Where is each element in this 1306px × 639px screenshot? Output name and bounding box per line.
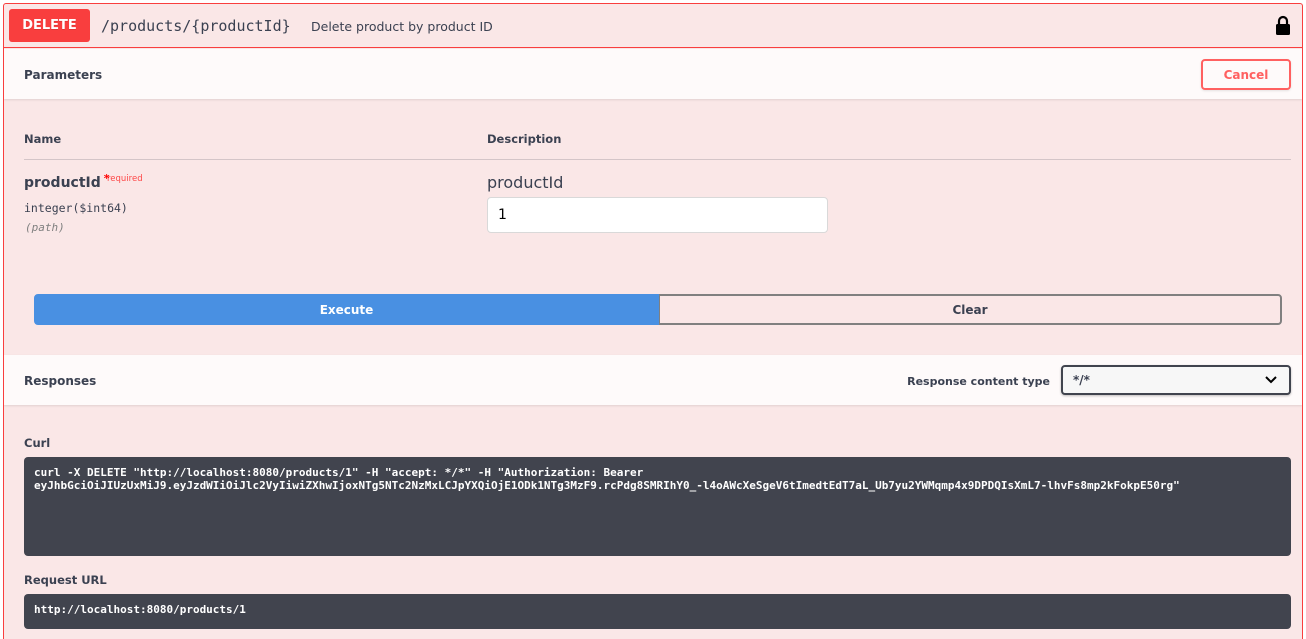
curl-code-block[interactable]: curl -X DELETE "http://localhost:8080/pr… [24, 457, 1291, 556]
param-location: (path) [25, 221, 65, 234]
chevron-down-icon [1265, 376, 1277, 384]
response-content-type-label: Response content type [907, 375, 1050, 388]
param-name-text: productId [24, 175, 101, 191]
operation-description: Delete product by product ID [311, 19, 493, 34]
column-header-name: Name [24, 132, 62, 146]
parameters-header: Parameters Cancel [4, 49, 1302, 99]
responses-header: Responses Response content type */* [4, 355, 1302, 405]
clear-button[interactable]: Clear [659, 294, 1282, 325]
param-description: productId [487, 173, 564, 192]
column-header-description: Description [487, 132, 562, 146]
parameters-title: Parameters [24, 68, 103, 82]
response-content-type-value: */* [1073, 373, 1090, 387]
cancel-button[interactable]: Cancel [1201, 59, 1291, 90]
curl-label: Curl [24, 436, 51, 450]
responses-title: Responses [24, 374, 97, 388]
param-type: integer($int64) [24, 201, 128, 215]
operation-summary[interactable]: DELETE /products/{productId} Delete prod… [4, 4, 1302, 48]
product-id-input[interactable]: 1 [487, 197, 828, 233]
table-divider [24, 159, 1291, 160]
param-name: productId * [24, 172, 110, 191]
lock-icon[interactable] [1275, 14, 1291, 36]
method-badge: DELETE [9, 9, 90, 42]
response-content-type-select[interactable]: */* [1061, 365, 1291, 395]
required-label: required [107, 174, 143, 184]
delete-operation-block: DELETE /products/{productId} Delete prod… [3, 3, 1303, 639]
operation-path: /products/{productId} [101, 17, 291, 35]
execute-wrapper: Execute Clear [34, 294, 1282, 325]
execute-button[interactable]: Execute [34, 294, 659, 325]
request-url-code-block[interactable]: http://localhost:8080/products/1 [24, 594, 1291, 629]
request-url-label: Request URL [24, 573, 107, 587]
